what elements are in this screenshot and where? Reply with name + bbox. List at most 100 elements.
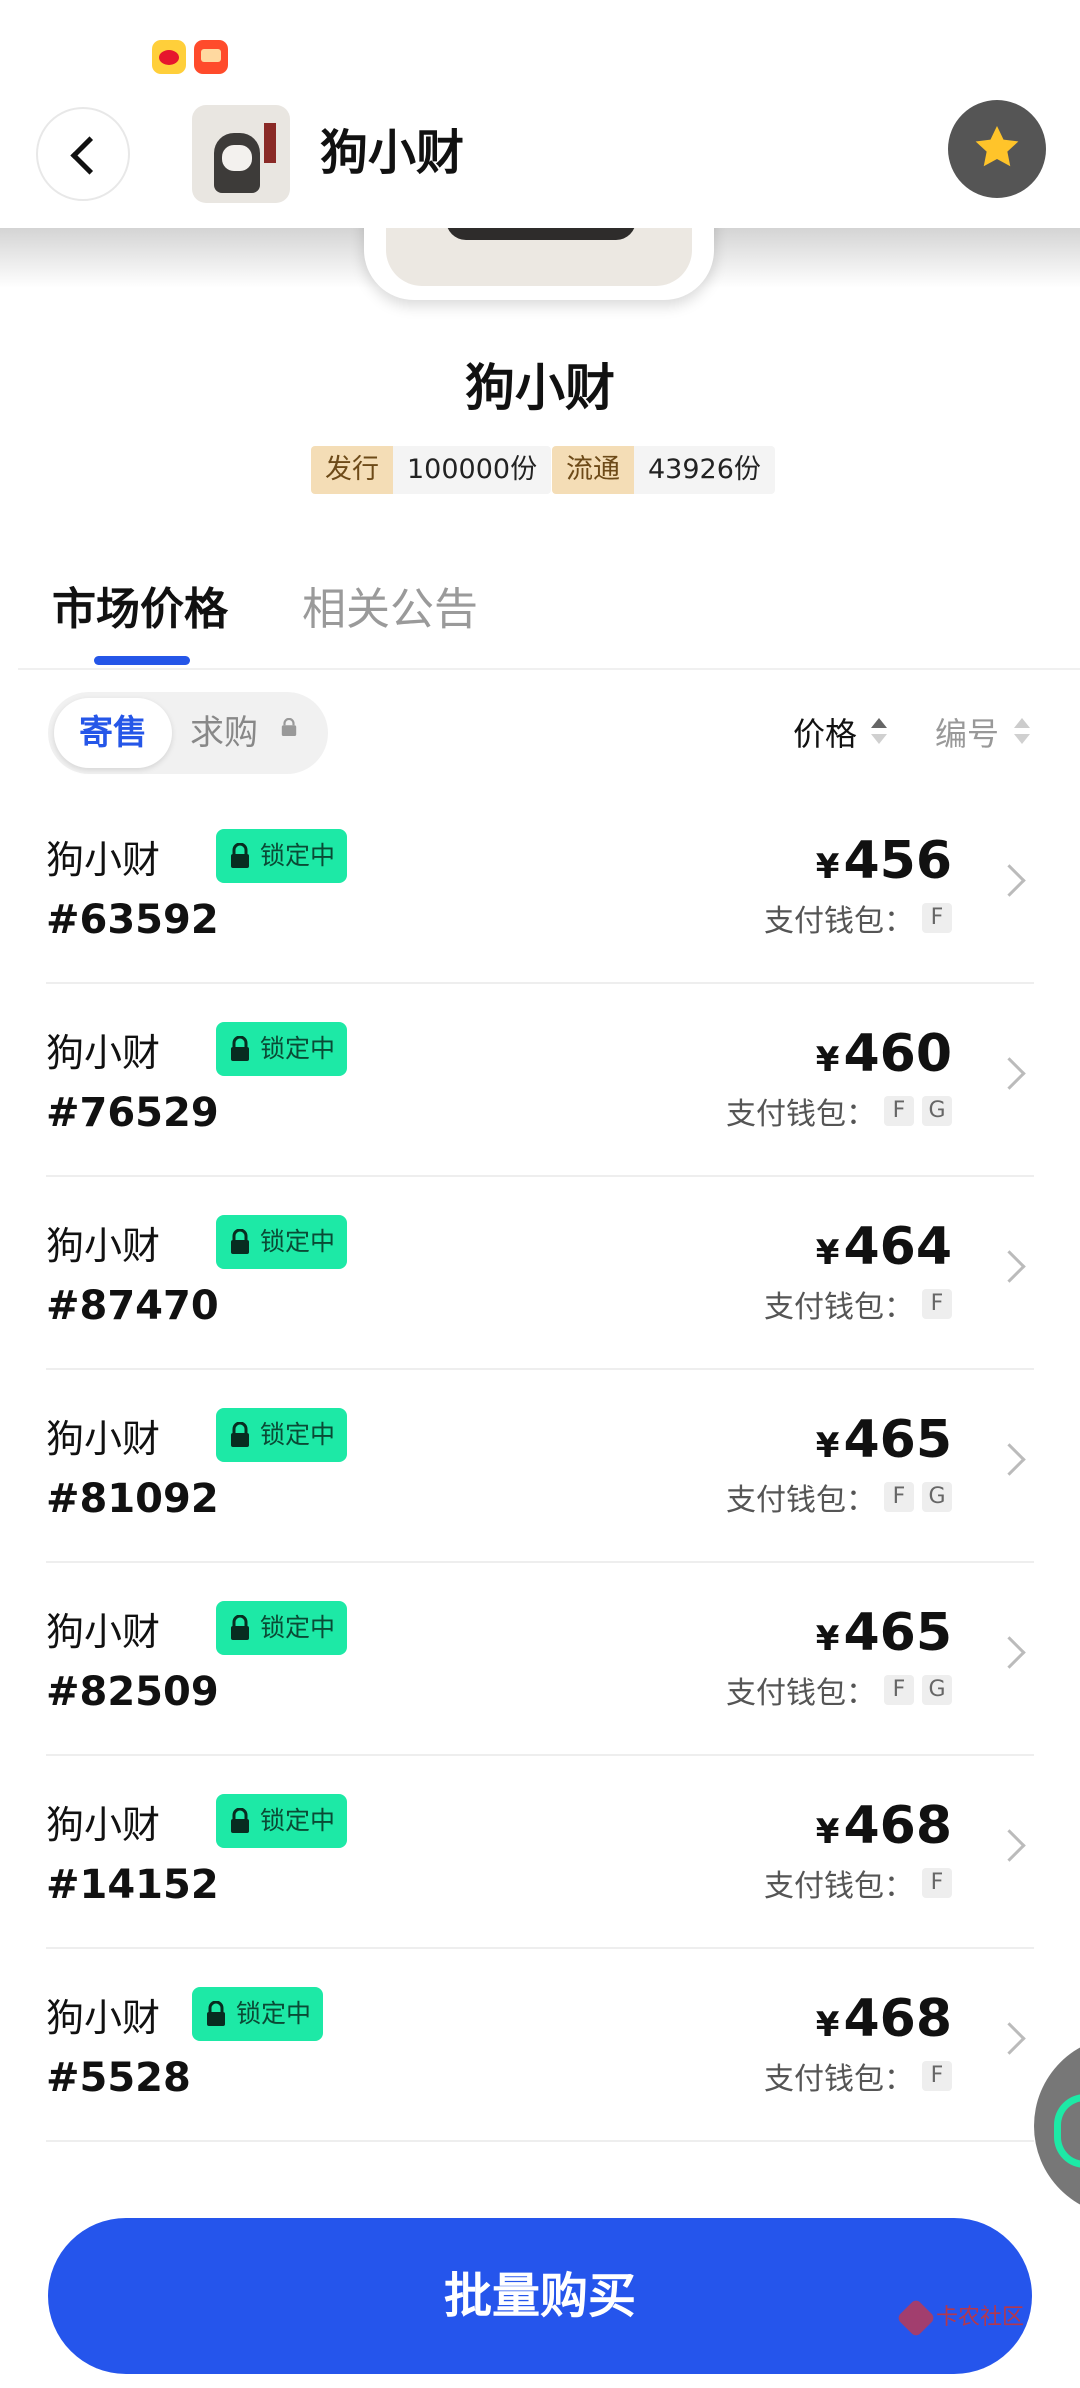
listing-name: 狗小财 — [46, 838, 161, 882]
wallet-label: 支付钱包： — [764, 904, 914, 939]
segment-purchase-request[interactable]: 求购 — [190, 698, 258, 768]
issue-pill: 发行 100000份 — [311, 446, 552, 494]
wallet-chip: F — [884, 1096, 914, 1126]
sort-arrows-icon — [871, 718, 887, 748]
header-title: 狗小财 — [320, 125, 465, 181]
listing-number: #5528 — [46, 2055, 191, 2101]
payment-wallets: 支付钱包： F G — [726, 1667, 952, 1713]
wallet-chip: F — [922, 903, 952, 933]
tab-market-price[interactable]: 市场价格 — [52, 580, 228, 640]
listing-price: ¥456 — [816, 829, 952, 899]
row-divider — [46, 2140, 1034, 2142]
top-header: 狗小财 — [0, 90, 1080, 228]
wallet-label: 支付钱包： — [726, 1483, 876, 1518]
listing-name: 狗小财 — [46, 1224, 161, 1268]
wallet-chip: F — [922, 2061, 952, 2091]
chevron-right-icon — [993, 1250, 1026, 1283]
listing-row[interactable]: 狗小财 #14152 锁定中 ¥468 支付钱包： F — [0, 1756, 1080, 1949]
price-value: 464 — [843, 1217, 952, 1277]
circulation-pill: 流通 43926份 — [552, 446, 775, 494]
locked-badge: 锁定中 — [216, 829, 348, 883]
wallet-chip: F — [922, 1289, 952, 1319]
locked-badge-label: 锁定中 — [260, 1034, 336, 1063]
locked-badge-label: 锁定中 — [260, 841, 336, 870]
currency-symbol: ¥ — [815, 1426, 840, 1466]
price-value: 460 — [843, 1024, 952, 1084]
currency-symbol: ¥ — [815, 2005, 840, 2045]
tab-divider — [18, 668, 1080, 670]
sort-by-number[interactable]: 编号 — [935, 704, 999, 764]
price-value: 468 — [843, 1796, 952, 1856]
lock-icon — [231, 1422, 249, 1447]
wallet-chip: G — [922, 1675, 952, 1705]
payment-wallets: 支付钱包： F — [764, 1281, 952, 1327]
listing-name: 狗小财 — [46, 1417, 161, 1461]
favorite-button[interactable] — [948, 100, 1046, 198]
lock-icon — [207, 2001, 225, 2026]
lock-icon — [281, 718, 297, 736]
collection-thumbnail — [192, 105, 290, 203]
locked-badge: 锁定中 — [216, 1408, 348, 1462]
currency-symbol: ¥ — [815, 1619, 840, 1659]
weibo-app-icon — [152, 40, 186, 74]
listing-row[interactable]: 狗小财 #5528 锁定中 ¥468 支付钱包： F — [0, 1949, 1080, 2142]
segment-consignment[interactable]: 寄售 — [54, 698, 172, 768]
listing-number: #76529 — [46, 1090, 219, 1136]
listing-price: ¥468 — [816, 1987, 952, 2057]
price-value: 456 — [843, 831, 952, 891]
locked-badge: 锁定中 — [216, 1215, 348, 1269]
issue-label: 发行 — [311, 446, 393, 494]
lock-icon — [231, 843, 249, 868]
wallet-label: 支付钱包： — [764, 1290, 914, 1325]
chevron-right-icon — [993, 2022, 1026, 2055]
listing-row[interactable]: 狗小财 #76529 锁定中 ¥460 支付钱包： F G — [0, 984, 1080, 1177]
bulk-buy-button[interactable]: 批量购买 — [48, 2218, 1032, 2374]
payment-wallets: 支付钱包： F — [764, 2053, 952, 2099]
active-tab-indicator — [94, 656, 190, 665]
wallet-chip: F — [884, 1482, 914, 1512]
locked-badge-label: 锁定中 — [260, 1227, 336, 1256]
wallet-chip: F — [922, 1868, 952, 1898]
listing-number: #87470 — [46, 1283, 219, 1329]
sort-arrows-icon — [1014, 718, 1030, 748]
listing-row[interactable]: 狗小财 #87470 锁定中 ¥464 支付钱包： F — [0, 1177, 1080, 1370]
wallet-chip: G — [922, 1096, 952, 1126]
price-value: 465 — [843, 1603, 952, 1663]
sort-by-price[interactable]: 价格 — [793, 704, 857, 764]
chevron-right-icon — [993, 1636, 1026, 1669]
lock-icon — [231, 1036, 249, 1061]
wallet-label: 支付钱包： — [726, 1097, 876, 1132]
listing-number: #81092 — [46, 1476, 219, 1522]
payment-wallets: 支付钱包： F — [764, 1860, 952, 1906]
chevron-right-icon — [993, 1443, 1026, 1476]
listing-type-toggle: 寄售 求购 — [48, 692, 328, 774]
locked-badge: 锁定中 — [216, 1794, 348, 1848]
locked-badge-label: 锁定中 — [260, 1613, 336, 1642]
star-icon — [975, 125, 1019, 167]
wallet-chip: F — [884, 1675, 914, 1705]
listing-price: ¥460 — [816, 1022, 952, 1092]
listing-row[interactable]: 狗小财 #81092 锁定中 ¥465 支付钱包： F G — [0, 1370, 1080, 1563]
lock-icon — [231, 1615, 249, 1640]
locked-badge-label: 锁定中 — [260, 1806, 336, 1835]
currency-symbol: ¥ — [815, 1040, 840, 1080]
back-button[interactable] — [36, 107, 130, 201]
issue-value: 100000份 — [393, 446, 552, 494]
locked-badge: 锁定中 — [216, 1601, 348, 1655]
wallet-label: 支付钱包： — [726, 1676, 876, 1711]
currency-symbol: ¥ — [815, 1812, 840, 1852]
listing-number: #14152 — [46, 1862, 219, 1908]
listing-row[interactable]: 狗小财 #82509 锁定中 ¥465 支付钱包： F G — [0, 1563, 1080, 1756]
listing-price: ¥465 — [816, 1601, 952, 1671]
locked-badge-label: 锁定中 — [236, 1999, 312, 2028]
watermark: 卡农社区 — [902, 2298, 1024, 2338]
tab-announcements[interactable]: 相关公告 — [302, 580, 478, 640]
listing-name: 狗小财 — [46, 1803, 161, 1847]
collection-name: 狗小财 — [465, 359, 615, 417]
locked-badge: 锁定中 — [192, 1987, 324, 2041]
price-value: 465 — [843, 1410, 952, 1470]
wallet-chip: G — [922, 1482, 952, 1512]
chevron-right-icon — [993, 1829, 1026, 1862]
listing-row[interactable]: 狗小财 #63592 锁定中 ¥456 支付钱包： F — [0, 791, 1080, 984]
lock-icon — [231, 1808, 249, 1833]
